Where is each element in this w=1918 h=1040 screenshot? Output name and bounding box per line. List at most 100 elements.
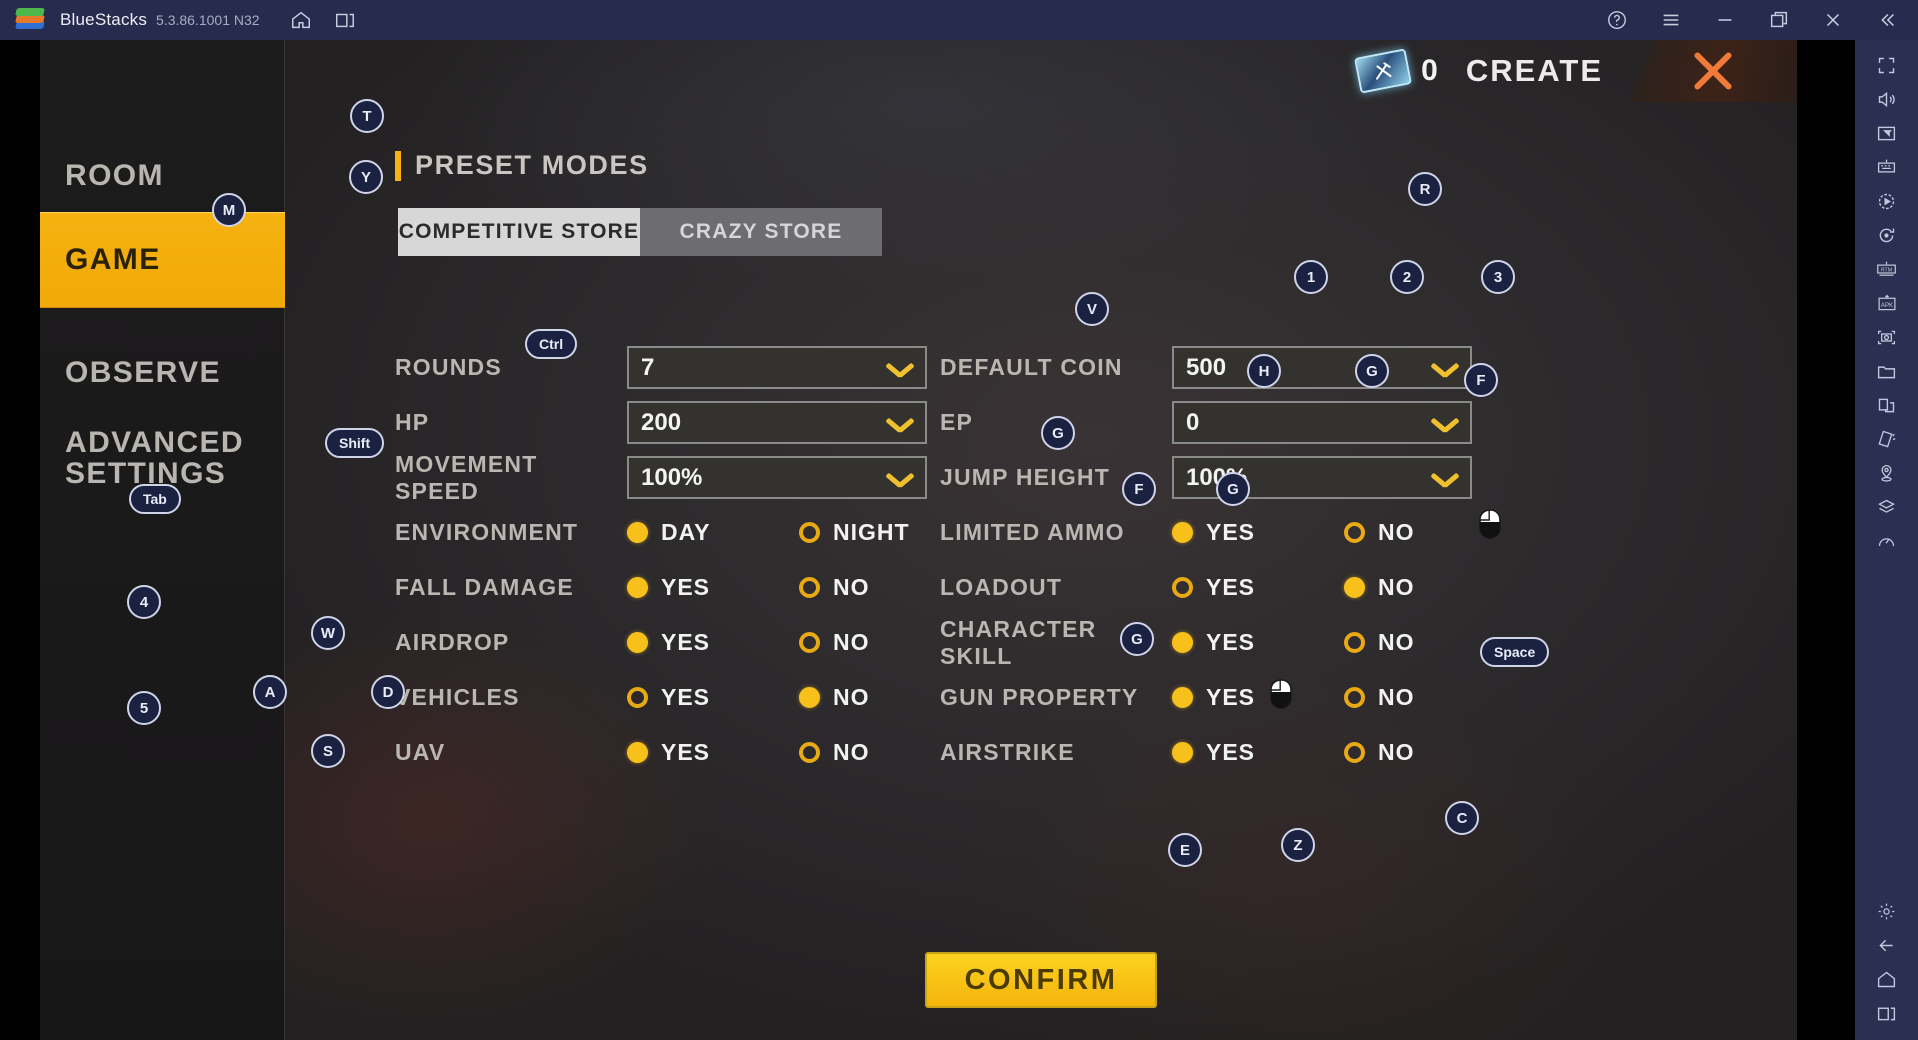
rtm-icon[interactable]: RTM [1867, 252, 1907, 286]
key-badge-m[interactable]: M [212, 193, 246, 227]
help-icon[interactable] [1600, 3, 1634, 37]
key-badge-g[interactable]: G [1216, 472, 1250, 506]
app-name: BlueStacks [60, 10, 148, 29]
radio-label: NO [833, 574, 870, 600]
key-badge-e[interactable]: E [1168, 833, 1202, 867]
recent-apps-icon[interactable] [1867, 996, 1907, 1030]
key-badge-r[interactable]: R [1408, 172, 1442, 206]
tab-crazy-store[interactable]: CRAZY STORE [640, 208, 882, 256]
minimize-icon[interactable] [1708, 3, 1742, 37]
key-badge-ctrl[interactable]: Ctrl [525, 329, 578, 359]
confirm-button[interactable]: CONFIRM [925, 952, 1157, 1008]
radio-label: YES [1206, 629, 1256, 655]
radio-gun-property-no[interactable]: NO [1344, 684, 1516, 711]
fullscreen-icon[interactable] [1867, 48, 1907, 82]
key-badge-y[interactable]: Y [349, 160, 383, 194]
gear-icon[interactable] [1867, 894, 1907, 928]
key-badge-g[interactable]: G [1120, 622, 1154, 656]
performance-icon[interactable] [1867, 524, 1907, 558]
location-pin-icon[interactable] [1867, 456, 1907, 490]
key-badge-space[interactable]: Space [1480, 637, 1550, 667]
collapse-icon[interactable] [1870, 3, 1904, 37]
settings-column-left: ROUNDS 7 HP 200 MOVEMENT SPEED 100% ENVI… [395, 340, 995, 780]
key-badge-f[interactable]: F [1122, 472, 1156, 506]
key-badge-3[interactable]: 3 [1481, 260, 1515, 294]
shake-icon[interactable] [1867, 422, 1907, 456]
key-badge-shift[interactable]: Shift [325, 428, 385, 458]
radio-environment-day[interactable]: DAY [627, 519, 799, 546]
radio-airdrop-yes[interactable]: YES [627, 629, 799, 656]
radio-label: YES [1206, 739, 1256, 765]
back-arrow-icon[interactable] [1867, 928, 1907, 962]
radio-label: YES [1206, 574, 1256, 600]
hp-dropdown[interactable]: 200 [627, 401, 927, 444]
key-badge-z[interactable]: Z [1281, 828, 1315, 862]
key-badge-tab[interactable]: Tab [129, 484, 181, 514]
key-badge-v[interactable]: V [1075, 292, 1109, 326]
radio-airstrike-yes[interactable]: YES [1172, 739, 1344, 766]
macro-play-icon[interactable] [1867, 184, 1907, 218]
rotate-icon[interactable] [1867, 218, 1907, 252]
key-badge-w[interactable]: W [311, 616, 345, 650]
radio-dot [1344, 687, 1365, 708]
multi-instance-icon[interactable] [328, 3, 362, 37]
home-icon[interactable] [1867, 962, 1907, 996]
key-badge-g[interactable]: G [1041, 416, 1075, 450]
radio-loadout-yes[interactable]: YES [1172, 574, 1344, 601]
volume-icon[interactable] [1867, 82, 1907, 116]
key-badge-2[interactable]: 2 [1390, 260, 1424, 294]
home-icon[interactable] [284, 3, 318, 37]
copy-to-instance-icon[interactable] [1867, 388, 1907, 422]
setting-label: DEFAULT COIN [940, 354, 1123, 380]
key-badge-h[interactable]: H [1247, 354, 1281, 388]
chevron-down-icon [1430, 360, 1460, 378]
radio-gun-property-yes[interactable]: YES [1172, 684, 1344, 711]
multi-instance-layers-icon[interactable] [1867, 490, 1907, 524]
radio-airstrike-no[interactable]: NO [1344, 739, 1516, 766]
key-badge-f[interactable]: F [1464, 363, 1498, 397]
radio-dot [1344, 577, 1365, 598]
key-badge-g[interactable]: G [1355, 354, 1389, 388]
default-coin-dropdown[interactable]: 500 [1172, 346, 1472, 389]
key-badge-d[interactable]: D [371, 675, 405, 709]
radio-vehicles-yes[interactable]: YES [627, 684, 799, 711]
setting-label: AIRSTRIKE [940, 739, 1075, 765]
menu-icon[interactable] [1654, 3, 1688, 37]
key-badge-a[interactable]: A [253, 675, 287, 709]
tab-label: COMPETITIVE STORE [398, 220, 640, 243]
apk-install-icon[interactable]: APK [1867, 286, 1907, 320]
key-badge-c[interactable]: C [1445, 801, 1479, 835]
key-badge-5[interactable]: 5 [127, 691, 161, 725]
close-icon[interactable] [1816, 3, 1850, 37]
radio-dot [799, 687, 820, 708]
radio-limited-ammo-yes[interactable]: YES [1172, 519, 1344, 546]
movement-speed-dropdown[interactable]: 100% [627, 456, 927, 499]
screenshot-icon[interactable] [1867, 320, 1907, 354]
radio-label: NO [1378, 739, 1415, 765]
svg-text:APK: APK [1880, 302, 1892, 309]
sidebar-item-observe[interactable]: OBSERVE [40, 325, 285, 421]
tab-competitive-store[interactable]: COMPETITIVE STORE [398, 208, 640, 256]
chevron-down-icon [1430, 415, 1460, 433]
ep-dropdown[interactable]: 0 [1172, 401, 1472, 444]
setting-uav: UAV YES NO [395, 725, 995, 780]
key-badge-1[interactable]: 1 [1294, 260, 1328, 294]
radio-loadout-no[interactable]: NO [1344, 574, 1516, 601]
room-card-count: 0 [1421, 54, 1438, 87]
media-folder-icon[interactable] [1867, 354, 1907, 388]
keyboard-controls-icon[interactable] [1867, 150, 1907, 184]
sidebar-item-room[interactable]: ROOM [40, 128, 285, 224]
close-room-button[interactable] [1629, 40, 1797, 102]
radio-uav-yes[interactable]: YES [627, 739, 799, 766]
sidebar-item-game[interactable]: GAME [40, 212, 285, 308]
radio-label: YES [661, 574, 711, 600]
radio-character-skill-yes[interactable]: YES [1172, 629, 1344, 656]
rounds-dropdown[interactable]: 7 [627, 346, 927, 389]
key-badge-t[interactable]: T [350, 99, 384, 133]
maximize-icon[interactable] [1762, 3, 1796, 37]
key-badge-4[interactable]: 4 [127, 585, 161, 619]
key-badge-s[interactable]: S [311, 734, 345, 768]
radio-label: NIGHT [833, 519, 910, 545]
radio-fall-damage-yes[interactable]: YES [627, 574, 799, 601]
cursor-pointer-icon[interactable] [1867, 116, 1907, 150]
